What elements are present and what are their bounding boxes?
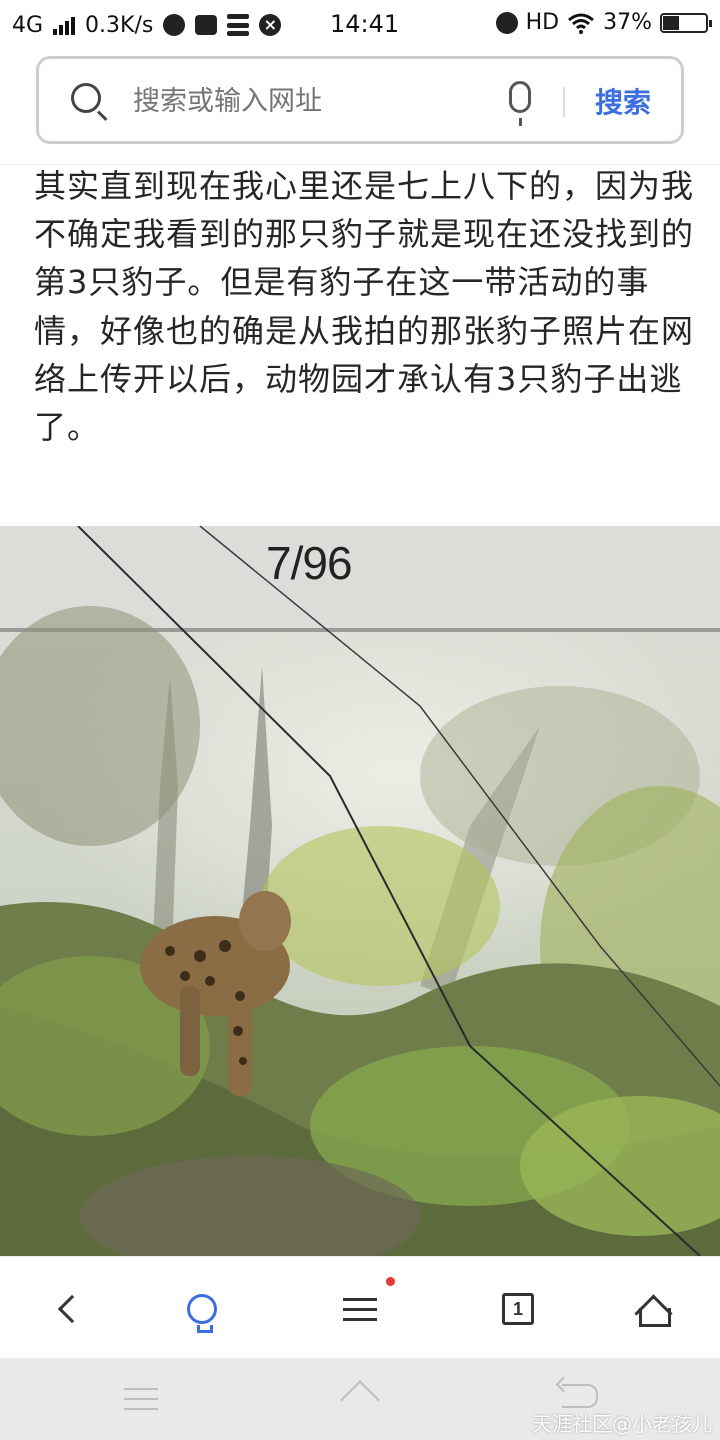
lightbulb-button[interactable] [174,1281,230,1337]
back-icon [57,1294,87,1324]
search-button[interactable]: 搜索 [595,81,651,121]
battery-fill [663,15,680,30]
tabs-icon: 1 [502,1293,534,1325]
search-icon [71,83,101,113]
alarm-icon [495,11,518,34]
search-input[interactable] [133,83,473,119]
app-notification-icon [163,14,186,36]
search-bar[interactable]: 搜索 [36,56,684,144]
lightbulb-icon [187,1294,217,1333]
home-button[interactable] [624,1281,680,1337]
battery-percent: 37% [603,10,652,35]
system-home-icon[interactable] [336,1382,384,1412]
browser-toolbar: 1 [0,1256,720,1358]
system-back-icon[interactable] [562,1384,598,1408]
article-paragraph: 其实直到现在我心里还是七上八下的，因为我不确定我看到的那只豹子就是现在还没找到的… [34,167,695,447]
watermark: 天涯社区@小老孩儿 [532,1412,712,1436]
system-menu-icon[interactable] [124,1388,158,1410]
status-left: 4G 0.3K/s × [12,12,282,38]
status-bar: 4G 0.3K/s × 14:41 HD 37% [0,0,720,50]
signal-icon [53,15,76,35]
menu-icon [343,1297,377,1321]
network-type: 4G [12,12,44,38]
leopard-photo[interactable]: 7/96 [0,526,720,1256]
wifi-icon [568,13,595,34]
tabs-button[interactable]: 1 [490,1281,546,1337]
close-notification-icon: × [259,14,282,36]
notification-dot [386,1277,395,1286]
storage-icon [227,14,250,36]
network-speed: 0.3K/s [85,12,154,38]
message-icon [195,15,218,35]
divider [563,87,565,117]
menu-button[interactable] [332,1281,388,1337]
back-button[interactable] [40,1281,96,1337]
photo-counter: 7/96 [266,537,353,589]
status-time: 14:41 [330,10,400,38]
photo-image [0,526,720,1256]
system-navigation-bar: 天涯社区@小老孩儿 [0,1358,720,1440]
home-icon [636,1294,671,1327]
status-right: HD 37% [495,10,712,35]
microphone-icon[interactable] [509,81,531,126]
battery-icon [660,12,712,33]
hd-label: HD [525,10,560,35]
